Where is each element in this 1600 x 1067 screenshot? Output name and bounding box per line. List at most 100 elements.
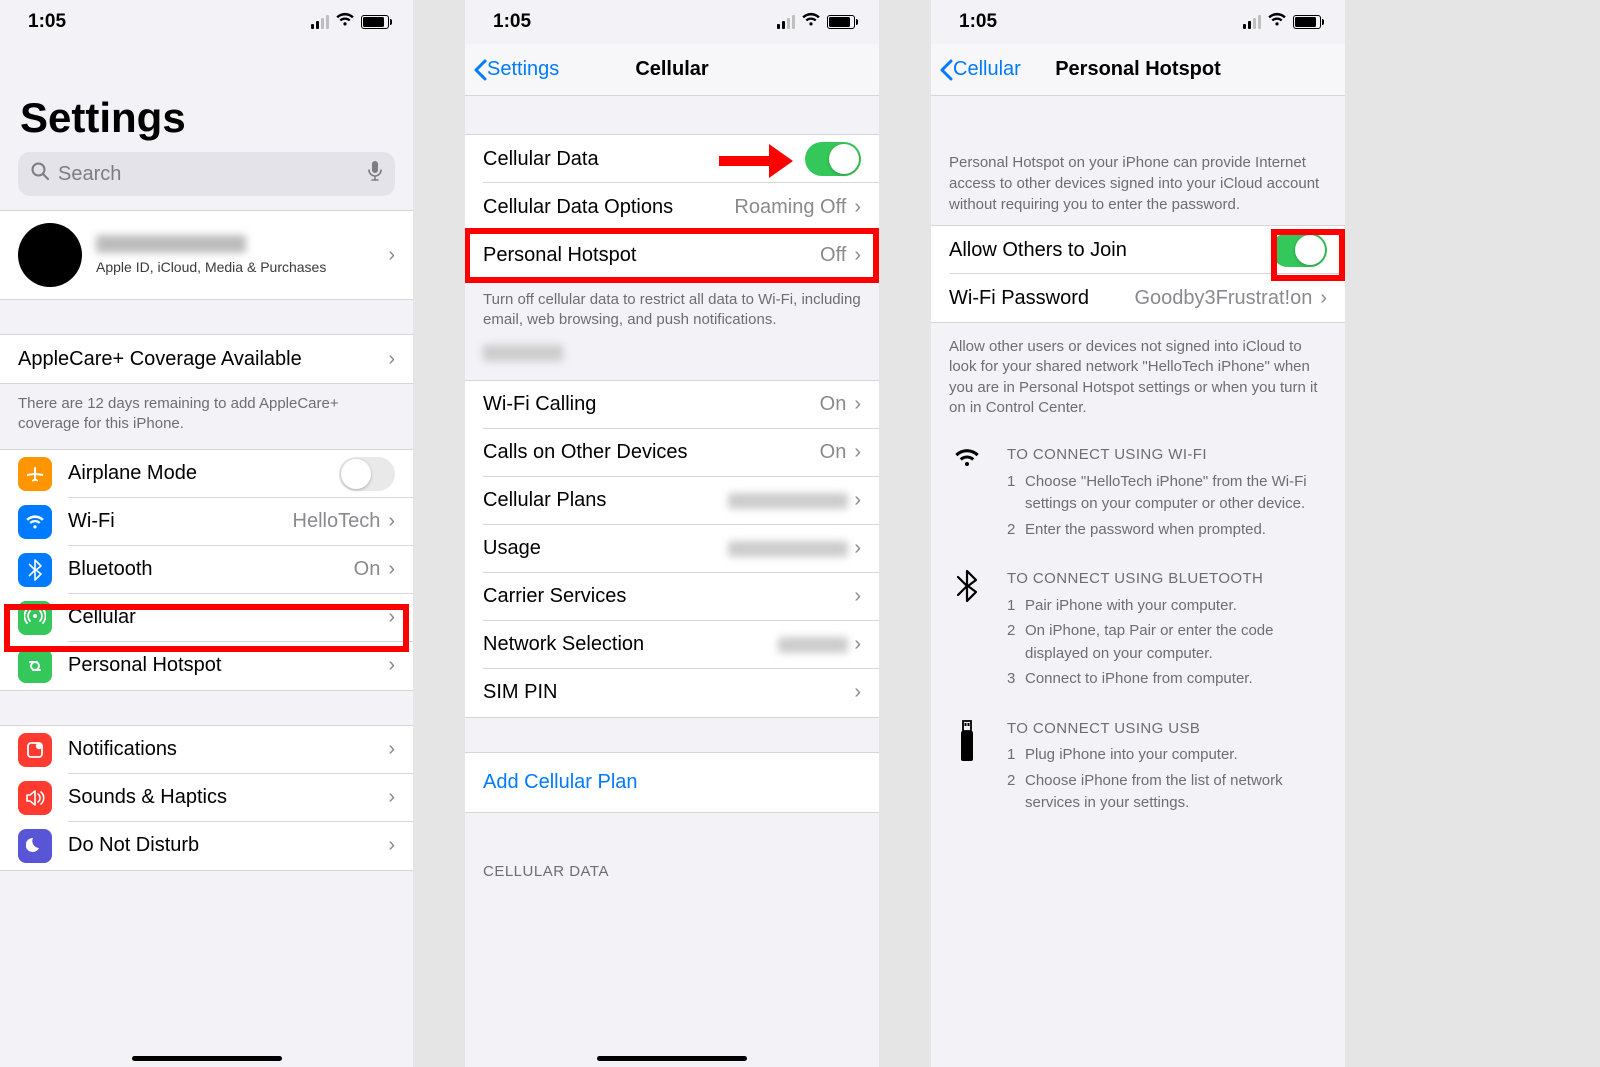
home-indicator[interactable] (132, 1056, 282, 1061)
instruct-wifi-title: TO CONNECT USING WI-FI (1007, 444, 1327, 467)
notifications-row[interactable]: Notifications › (0, 726, 413, 774)
redacted-value (728, 493, 848, 509)
carrier-label: Carrier Services (483, 585, 848, 608)
search-input[interactable]: Search (18, 152, 395, 196)
cellular-row[interactable]: Cellular › (0, 594, 413, 642)
notifications-icon (18, 733, 52, 767)
airplane-icon (18, 457, 52, 491)
airplane-label: Airplane Mode (68, 462, 339, 485)
cellular-plans-label: Cellular Plans (483, 489, 728, 512)
carrier-row[interactable]: Carrier Services › (465, 573, 879, 621)
instruct-bt-title: TO CONNECT USING BLUETOOTH (1007, 568, 1327, 591)
add-cellular-plan[interactable]: Add Cellular Plan (465, 752, 879, 813)
airplane-mode-row[interactable]: Airplane Mode (0, 450, 413, 498)
redacted-field (483, 345, 563, 361)
chevron-right-icon: › (848, 585, 861, 608)
cellular-footer: Turn off cellular data to restrict all d… (465, 280, 879, 345)
bluetooth-icon (18, 553, 52, 587)
status-bar: 1:05 (931, 0, 1345, 44)
chevron-right-icon: › (382, 606, 395, 629)
back-button[interactable]: Cellular (939, 58, 1021, 81)
back-label: Cellular (953, 58, 1021, 81)
annotation-arrow (715, 142, 795, 185)
calls-other-label: Calls on Other Devices (483, 441, 820, 464)
status-time: 1:05 (959, 11, 997, 33)
add-plan-label: Add Cellular Plan (483, 771, 638, 793)
chevron-right-icon: › (1314, 287, 1327, 310)
instruct-bt-steps: Pair iPhone with your computer. On iPhon… (1007, 595, 1327, 691)
chevron-right-icon: › (382, 244, 395, 267)
instruct-usb-steps: Plug iPhone into your computer. Choose i… (1007, 744, 1327, 815)
cellular-plans-row[interactable]: Cellular Plans › (465, 477, 879, 525)
sim-pin-row[interactable]: SIM PIN › (465, 669, 879, 717)
cellular-data-options-row[interactable]: Cellular Data Options Roaming Off › (465, 183, 879, 231)
wifi-icon (335, 11, 355, 33)
allow-others-row[interactable]: Allow Others to Join (931, 226, 1345, 274)
wifi-icon (949, 444, 985, 544)
status-time: 1:05 (28, 11, 66, 33)
cellular-data-row[interactable]: Cellular Data (465, 135, 879, 183)
cellular-options-value: Roaming Off (734, 196, 846, 219)
home-indicator[interactable] (597, 1056, 747, 1061)
redacted-value (728, 541, 848, 557)
status-time: 1:05 (493, 11, 531, 33)
cellular-icon (18, 601, 52, 635)
dnd-row[interactable]: Do Not Disturb › (0, 822, 413, 870)
sounds-row[interactable]: Sounds & Haptics › (0, 774, 413, 822)
personal-hotspot-row[interactable]: Personal Hotspot › (0, 642, 413, 690)
instruct-wifi-steps: Choose "HelloTech iPhone" from the Wi-Fi… (1007, 471, 1327, 542)
chevron-right-icon: › (848, 196, 861, 219)
wifi-value: HelloTech (293, 510, 381, 533)
wifi-row[interactable]: Wi-Fi HelloTech › (0, 498, 413, 546)
chevron-right-icon: › (382, 558, 395, 581)
applecare-row[interactable]: AppleCare+ Coverage Available › (0, 335, 413, 383)
sounds-icon (18, 781, 52, 815)
status-indicators (777, 11, 855, 33)
chevron-right-icon: › (382, 348, 395, 371)
wifi-password-row[interactable]: Wi-Fi Password Goodby3Frustrat!on › (931, 274, 1345, 322)
back-button[interactable]: Settings (473, 58, 559, 81)
section-cellular-data: CELLULAR DATA (465, 813, 879, 888)
screen-settings: 1:05 Settings Search Apple ID, iCloud, M… (0, 0, 413, 1067)
sounds-label: Sounds & Haptics (68, 786, 382, 809)
cellular-signal-icon (777, 15, 795, 29)
bluetooth-row[interactable]: Bluetooth On › (0, 546, 413, 594)
wifi-label: Wi-Fi (68, 510, 293, 533)
mic-icon[interactable] (367, 160, 383, 188)
hotspot-intro: Personal Hotspot on your iPhone can prov… (931, 96, 1345, 225)
cellular-signal-icon (1243, 15, 1261, 29)
cellular-label: Cellular (68, 606, 382, 629)
instruct-bluetooth: TO CONNECT USING BLUETOOTH Pair iPhone w… (931, 552, 1345, 702)
chevron-right-icon: › (382, 834, 395, 857)
battery-icon (827, 15, 855, 29)
sim-label: SIM PIN (483, 681, 848, 704)
calls-other-row[interactable]: Calls on Other Devices On › (465, 429, 879, 477)
chevron-right-icon: › (848, 489, 861, 512)
chevron-right-icon: › (382, 786, 395, 809)
wifi-password-label: Wi-Fi Password (949, 287, 1134, 310)
profile-name-redacted (96, 235, 246, 253)
cellular-data-toggle[interactable] (805, 142, 861, 176)
apple-id-row[interactable]: Apple ID, iCloud, Media & Purchases › (0, 210, 413, 300)
personal-hotspot-row[interactable]: Personal Hotspot Off › (465, 231, 879, 279)
cellular-options-label: Cellular Data Options (483, 196, 734, 219)
usage-row[interactable]: Usage › (465, 525, 879, 573)
chevron-right-icon: › (382, 510, 395, 533)
wifi-calling-row[interactable]: Wi-Fi Calling On › (465, 381, 879, 429)
hotspot-icon (18, 649, 52, 683)
allow-others-toggle[interactable] (1271, 233, 1327, 267)
instruct-usb: TO CONNECT USING USB Plug iPhone into yo… (931, 702, 1345, 826)
applecare-label: AppleCare+ Coverage Available (18, 348, 382, 371)
airplane-toggle[interactable] (339, 457, 395, 491)
search-icon (30, 161, 50, 187)
navbar: Settings Cellular (465, 44, 879, 96)
network-label: Network Selection (483, 633, 778, 656)
avatar (18, 223, 82, 287)
moon-icon (18, 829, 52, 863)
wifi-icon (18, 505, 52, 539)
instruct-wifi: TO CONNECT USING WI-FI Choose "HelloTech… (931, 428, 1345, 552)
hotspot-label: Personal Hotspot (68, 654, 382, 677)
chevron-right-icon: › (848, 393, 861, 416)
status-indicators (311, 11, 389, 33)
network-selection-row[interactable]: Network Selection › (465, 621, 879, 669)
